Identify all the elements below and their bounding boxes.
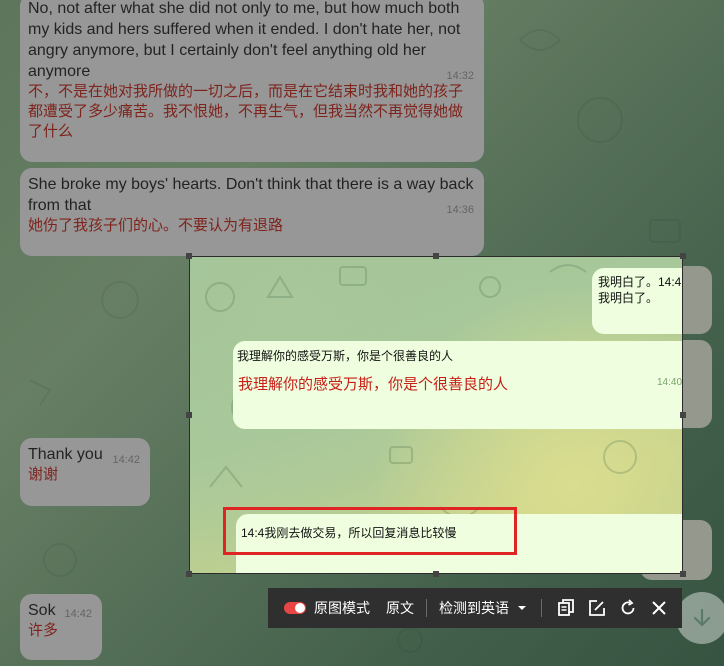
resize-handle-right[interactable] [680, 412, 686, 418]
copy-icon [558, 599, 574, 616]
toolbar-divider [426, 599, 427, 617]
resize-handle-top-left[interactable] [186, 253, 192, 259]
capture-message-line: 我明白了。14:4 [598, 275, 682, 289]
original-text-button[interactable]: 原文 [386, 598, 414, 618]
capture-translated-text: 我理解你的感受万斯，你是个很善良的人 [238, 376, 509, 393]
edit-button[interactable] [585, 596, 609, 620]
capture-timestamp: 14:40 [657, 377, 683, 388]
copy-button[interactable] [554, 596, 578, 620]
resize-handle-bottom[interactable] [433, 571, 439, 577]
language-detect-dropdown[interactable]: 检测到英语 [439, 598, 529, 618]
edit-icon [589, 600, 605, 616]
translation-toolbar: 原图模式 原文 检测到英语 [268, 588, 682, 628]
resize-handle-bottom-right[interactable] [680, 571, 686, 577]
caret-down-icon [518, 606, 526, 610]
toolbar-divider [541, 599, 542, 617]
capture-message-line: 我明白了。 [598, 291, 659, 305]
resize-handle-top[interactable] [433, 253, 439, 259]
outgoing-message-1: 我明白了。14:4 我明白了。 [592, 268, 682, 334]
capture-original-text: 我理解你的感受万斯，你是个很善良的人 [237, 349, 454, 363]
arrow-down-icon [693, 608, 711, 627]
resize-handle-left[interactable] [186, 412, 192, 418]
outgoing-message-2: 我理解你的感受万斯，你是个很善良的人 14:40 我理解你的感受万斯，你是个很善… [233, 341, 683, 429]
language-detect-label: 检测到英语 [439, 600, 509, 616]
close-icon [652, 601, 666, 615]
resize-handle-bottom-left[interactable] [186, 571, 192, 577]
close-button[interactable] [647, 596, 671, 620]
refresh-button[interactable] [616, 596, 640, 620]
highlight-annotation-box [223, 507, 517, 555]
original-mode-toggle[interactable] [284, 602, 306, 614]
resize-handle-top-right[interactable] [680, 253, 686, 259]
refresh-icon [621, 599, 635, 615]
scroll-to-bottom-button[interactable] [676, 592, 724, 644]
original-mode-label[interactable]: 原图模式 [314, 598, 370, 618]
